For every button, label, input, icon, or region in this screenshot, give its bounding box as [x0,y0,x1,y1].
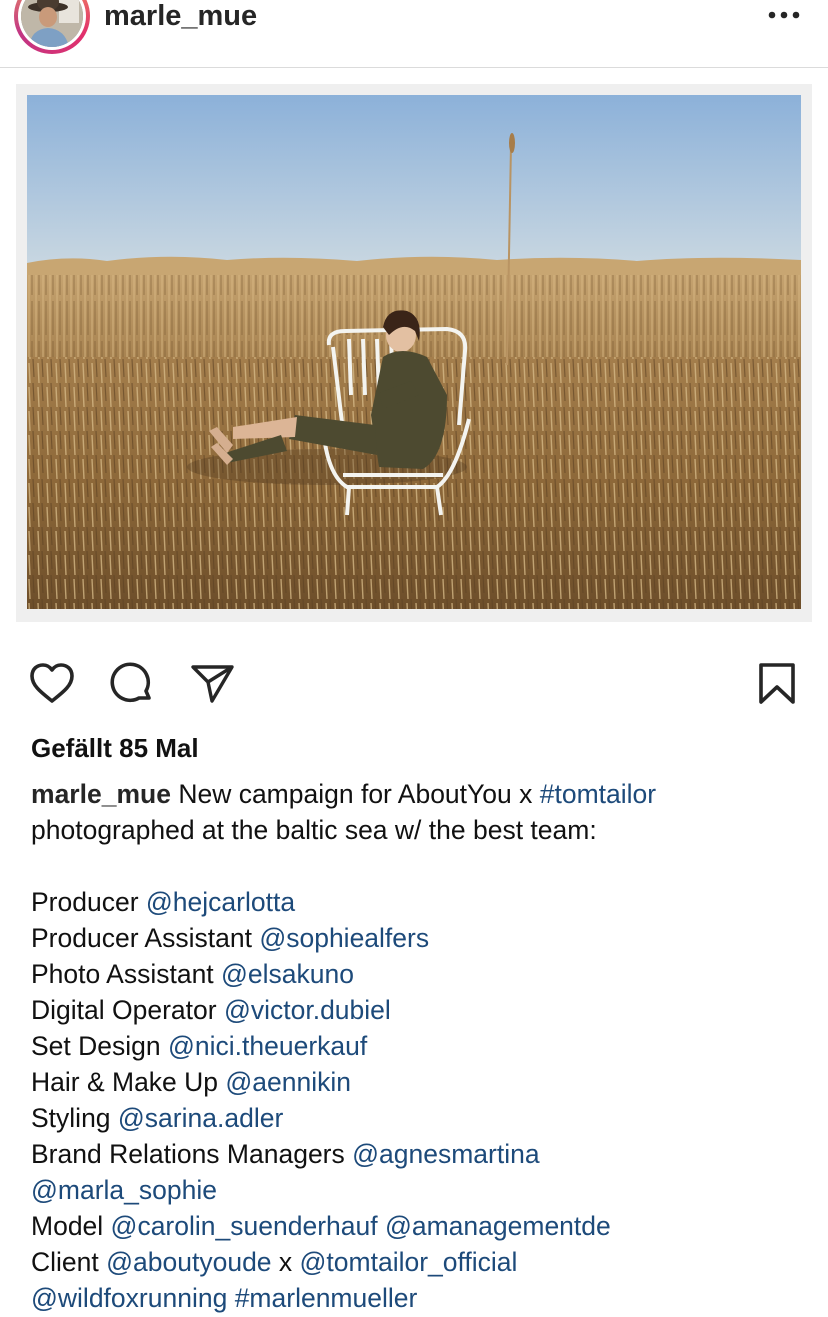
avatar-ring-gap [18,0,86,50]
mention-link[interactable]: @nici.theuerkauf [168,1031,367,1061]
hashtag-link[interactable]: #tomtailor [540,779,656,809]
post-username[interactable]: marle_mue [104,0,257,32]
credit-line-client: Client @aboutyoude x @tomtailor_official [31,1244,811,1280]
credit-line-model: Model @carolin_suenderhauf @amanagementd… [31,1208,811,1244]
credit-label: Set Design [31,1031,168,1061]
credit-label: Model [31,1211,111,1241]
post-image[interactable] [27,95,801,609]
mention-link[interactable]: @tomtailor_official [300,1247,518,1277]
comment-icon [110,662,151,703]
credit-line-hair-makeup: Hair & Make Up @aennikin [31,1064,811,1100]
share-button[interactable] [188,660,236,708]
mention-link[interactable]: @victor.dubiel [224,995,391,1025]
credit-label: Producer [31,887,146,917]
avatar-image [21,0,83,47]
like-button[interactable] [28,660,76,708]
credit-separator: x [271,1247,300,1277]
credit-label: Client [31,1247,107,1277]
credit-line-producer: Producer @hejcarlotta [31,884,811,920]
mention-link[interactable]: @agnesmartina [352,1139,539,1169]
mention-link[interactable]: @marla_sophie [31,1175,217,1205]
credit-label: Producer Assistant [31,923,260,953]
mention-link[interactable]: @wildfoxrunning [31,1283,227,1313]
post-caption: marle_mue New campaign for AboutYou x #t… [31,776,811,1316]
credit-label: Styling [31,1103,118,1133]
caption-text: New campaign for AboutYou x [170,779,540,809]
credit-line-digital-operator: Digital Operator @victor.dubiel [31,992,811,1028]
credit-line-final: @wildfoxrunning #marlenmueller [31,1280,811,1316]
avatar-story-ring[interactable] [14,0,90,54]
credit-line-producer-assistant: Producer Assistant @sophiealfers [31,920,811,956]
post-header: marle_mue [0,0,828,68]
more-options-button[interactable] [760,0,808,32]
bookmark-icon [759,663,795,704]
credit-line-brand-relations: Brand Relations Managers @agnesmartina [31,1136,811,1172]
mention-link[interactable]: @carolin_suenderhauf [111,1211,378,1241]
mention-link[interactable]: @amanagementde [385,1211,611,1241]
credit-label: Digital Operator [31,995,224,1025]
mention-link[interactable]: @elsakuno [221,959,354,989]
credit-label: Brand Relations Managers [31,1139,353,1169]
mention-link[interactable]: @hejcarlotta [146,887,295,917]
post-image-frame [16,84,812,622]
credit-label: Photo Assistant [31,959,222,989]
mention-link[interactable]: @aboutyoude [106,1247,271,1277]
likes-count[interactable]: Gefällt 85 Mal [31,733,199,763]
credit-label: Hair & Make Up [31,1067,226,1097]
save-button[interactable] [754,660,800,708]
caption-line: marle_mue New campaign for AboutYou x #t… [31,776,811,812]
caption-line: photographed at the baltic sea w/ the be… [31,815,597,845]
credit-line-styling: Styling @sarina.adler [31,1100,811,1136]
caption-username[interactable]: marle_mue [31,779,171,809]
comment-button[interactable] [108,660,156,708]
mention-link[interactable]: @sarina.adler [118,1103,283,1133]
heart-icon [30,663,74,703]
mention-link[interactable]: @sophiealfers [259,923,429,953]
hashtag-link[interactable]: #marlenmueller [235,1283,418,1313]
credit-line-brand-relations-cont: @marla_sophie [31,1172,811,1208]
credit-line-set-design: Set Design @nici.theuerkauf [31,1028,811,1064]
more-options-icon [768,11,800,19]
paper-plane-icon [191,665,234,703]
avatar [21,0,83,47]
credit-line-photo-assistant: Photo Assistant @elsakuno [31,956,811,992]
mention-link[interactable]: @aennikin [225,1067,351,1097]
